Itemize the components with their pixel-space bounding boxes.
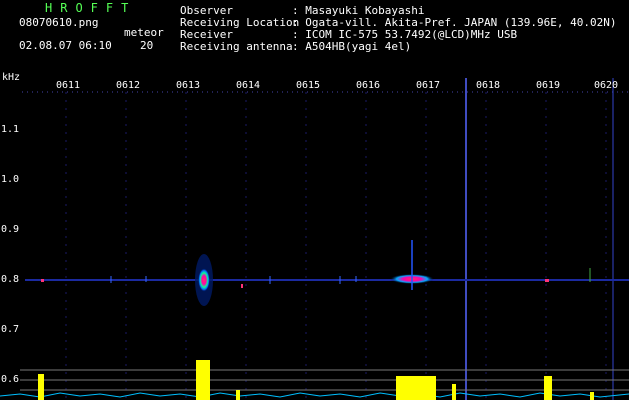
y-tick-6: 0.6	[1, 374, 20, 385]
x-tick-9: 0619	[536, 80, 561, 91]
x-tick-10: 0620	[594, 80, 619, 91]
minor-marks	[110, 268, 591, 284]
meteor-echo-1	[198, 268, 210, 292]
x-tick-1: 0611	[56, 80, 81, 91]
x-tick-2: 0612	[116, 80, 141, 91]
x-tick-7: 0617	[416, 80, 441, 91]
y-tick-5: 0.7	[1, 324, 20, 335]
x-tick-8: 0618	[476, 80, 501, 91]
x-tick-6: 0616	[356, 80, 381, 91]
y-axis-unit: kHz	[2, 72, 21, 83]
y-tick-3: 0.9	[1, 224, 20, 235]
noise-trace	[0, 392, 629, 398]
y-tick-4: 0.8	[1, 274, 20, 285]
spectrogram	[0, 78, 629, 400]
y-tick-1: 1.1	[1, 124, 20, 135]
x-tick-4: 0614	[236, 80, 261, 91]
time-grid	[65, 92, 607, 400]
x-tick-5: 0615	[296, 80, 321, 91]
x-tick-3: 0613	[176, 80, 201, 91]
y-tick-2: 1.0	[1, 174, 20, 185]
